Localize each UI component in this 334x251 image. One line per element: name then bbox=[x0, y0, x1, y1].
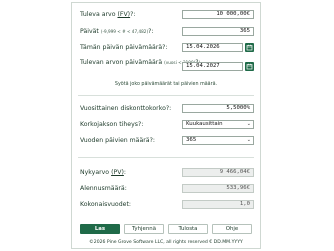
frequency-label: Korkojakson tiheys?: bbox=[80, 121, 144, 128]
calculator-panel: Tuleva arvo (FV)?: 10 000,00€ Päivät (-9… bbox=[71, 2, 261, 249]
total-years-label: Kokonaisvuodet: bbox=[80, 201, 131, 208]
chevron-down-icon: ⌄ bbox=[246, 137, 251, 143]
discount-amount-label: Alennusmäärä: bbox=[80, 185, 127, 192]
help-button[interactable]: Ohje bbox=[212, 224, 252, 234]
discount-rate-label: Vuosittainen diskonttokorko?: bbox=[80, 105, 172, 112]
year-days-label: Vuoden päivien määrä?: bbox=[80, 137, 155, 144]
year-days-select[interactable]: 365 ⌄ bbox=[182, 136, 254, 145]
future-value-label: Tuleva arvo (FV)?: bbox=[80, 11, 136, 18]
future-value-input[interactable]: 10 000,00€ bbox=[182, 10, 254, 19]
present-value-output: 9 466,04€ bbox=[182, 168, 254, 177]
days-label: Päivät (-9,999 < # < 47,482)?: bbox=[80, 28, 154, 35]
total-years-output: 1,0 bbox=[182, 200, 254, 209]
footer-copyright: ©2026 Pine Grove Software LLC, all right… bbox=[89, 240, 243, 245]
future-date-input[interactable]: 15.04.2027 bbox=[182, 62, 243, 71]
print-button[interactable]: Tulosta bbox=[168, 224, 208, 234]
discount-amount-output: 533,96€ bbox=[182, 184, 254, 193]
calendar-icon[interactable] bbox=[245, 62, 254, 71]
divider bbox=[78, 95, 254, 96]
clear-button[interactable]: Tyhjennä bbox=[124, 224, 164, 234]
frequency-select[interactable]: Kuukausittain ⌄ bbox=[182, 120, 254, 129]
present-value-label: Nykyarvo (PV): bbox=[80, 169, 126, 176]
chevron-down-icon: ⌄ bbox=[246, 121, 251, 127]
dates-hint: Syötä joko päivämäärät tai päivien määrä… bbox=[114, 82, 218, 87]
today-date-label: Tämän päivän päivämäärä?: bbox=[80, 44, 168, 51]
days-input[interactable]: 365 bbox=[182, 27, 254, 36]
calendar-icon[interactable] bbox=[245, 43, 254, 52]
calculate-button[interactable]: Las bbox=[80, 224, 120, 234]
discount-rate-input[interactable]: 5,5000% bbox=[182, 104, 254, 113]
divider bbox=[78, 157, 254, 158]
today-date-input[interactable]: 15.04.2026 bbox=[182, 43, 243, 52]
